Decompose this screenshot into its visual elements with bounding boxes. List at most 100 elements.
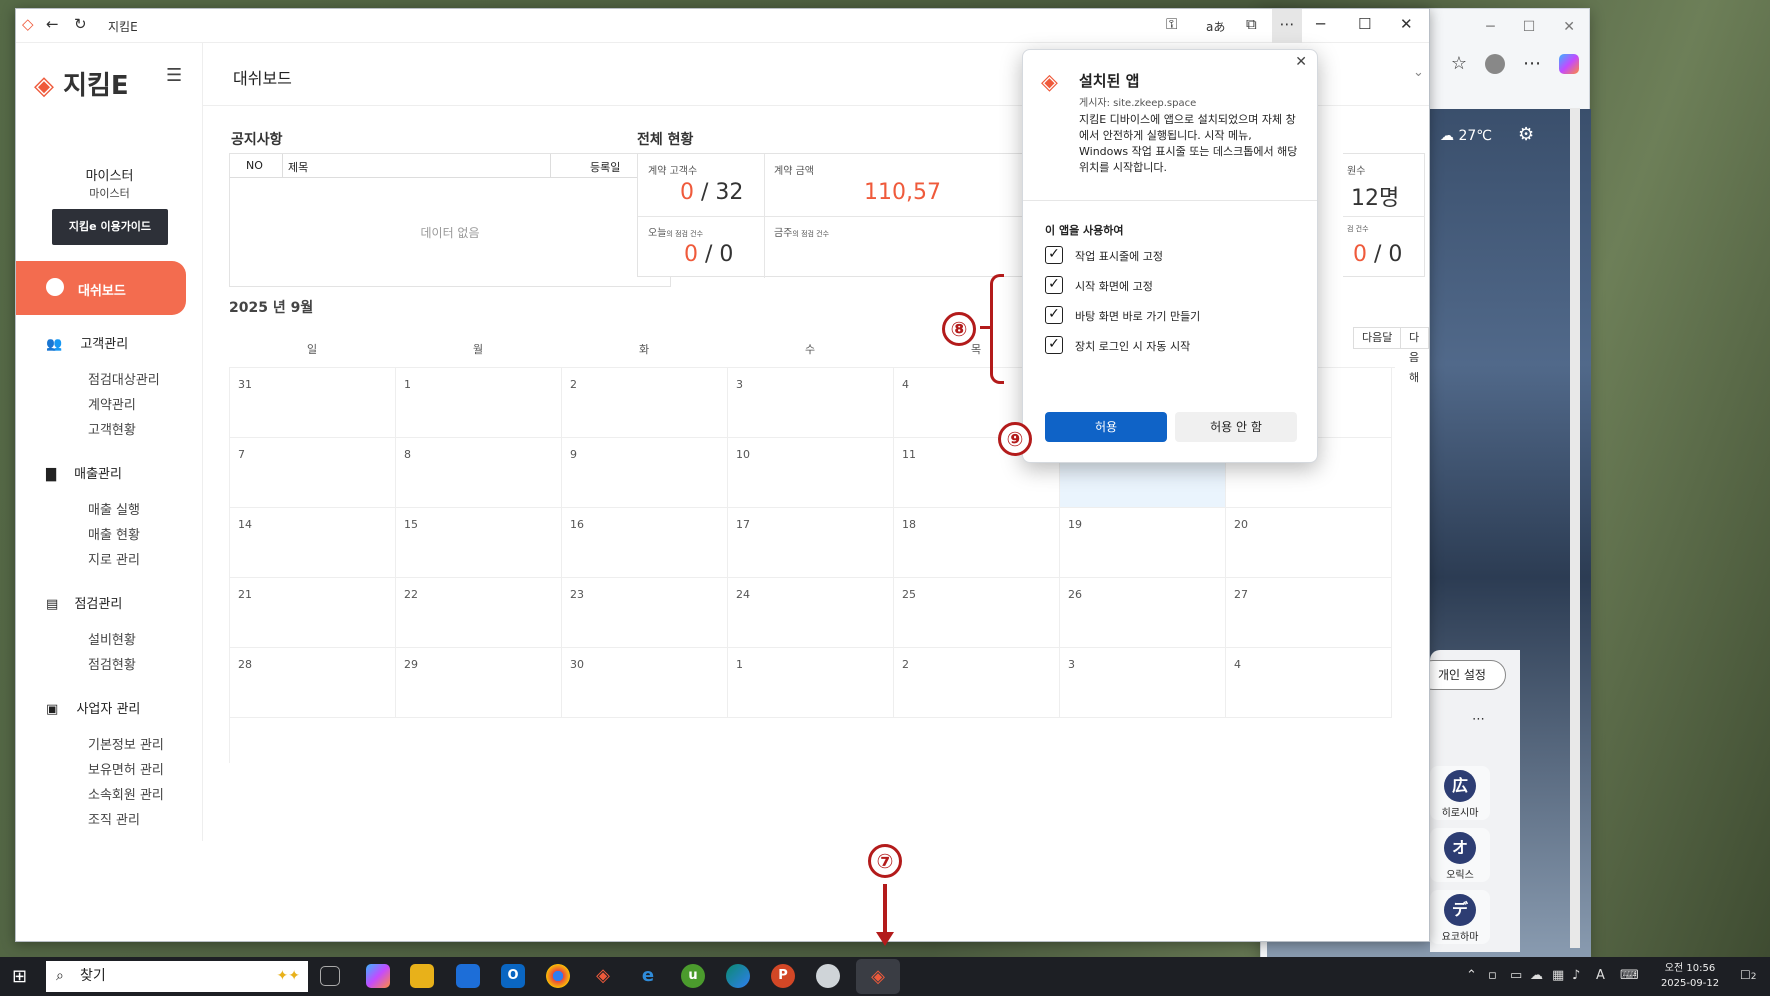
store-icon[interactable] — [456, 964, 480, 988]
calendar-day-cell[interactable]: 23 — [562, 578, 728, 648]
calendar-day-cell[interactable]: 14 — [230, 508, 396, 578]
sidebar-item-sales[interactable]: ▇ 매출관리 — [46, 463, 122, 482]
next-year-button[interactable]: 다음해 — [1400, 327, 1429, 384]
task-view-icon[interactable] — [320, 966, 340, 986]
sidebar-item-dashboard[interactable]: 대쉬보드 — [16, 261, 186, 315]
calendar-day-cell[interactable]: 24 — [728, 578, 894, 648]
guide-button[interactable]: 지킴e 이용가이드 — [52, 209, 168, 245]
submenu-item[interactable]: 소속회원 관리 — [88, 784, 164, 803]
submenu-item[interactable]: 기본정보 관리 — [88, 734, 164, 753]
calendar-day-cell[interactable]: 15 — [396, 508, 562, 578]
submenu-item[interactable]: 점검현황 — [88, 654, 136, 673]
submenu-item[interactable]: 보유면허 관리 — [88, 759, 164, 778]
maximize-icon[interactable]: ☐ — [1523, 19, 1536, 35]
zikime-app-icon[interactable]: ◈ — [591, 964, 615, 988]
notification-badge[interactable]: ☐2 — [1740, 968, 1757, 982]
calendar-day-cell[interactable]: 20 — [1226, 508, 1392, 578]
close-icon[interactable]: ✕ — [1400, 15, 1413, 33]
powerpoint-icon[interactable]: P — [771, 964, 795, 988]
calendar-day-cell[interactable]: 27 — [1226, 578, 1392, 648]
minimize-icon[interactable]: ─ — [1486, 19, 1494, 35]
submenu-item[interactable]: 계약관리 — [88, 394, 136, 413]
calendar-day-cell[interactable]: 4 — [1226, 648, 1392, 718]
calendar-day-cell[interactable]: 16 — [562, 508, 728, 578]
personal-settings-button[interactable]: 개인 설정 — [1418, 660, 1506, 690]
zikime-pwa-icon[interactable]: ◈ — [856, 959, 900, 994]
ime-indicator[interactable]: A — [1596, 968, 1605, 983]
calendar-day-cell[interactable]: 26 — [1060, 578, 1226, 648]
tray-chevron-icon[interactable]: ⌃ — [1466, 968, 1477, 983]
translate-icon[interactable]: aあ — [1206, 18, 1225, 35]
calendar-day-cell[interactable]: 21 — [230, 578, 396, 648]
submenu-item[interactable]: 점검대상관리 — [88, 369, 160, 388]
tray-network-icon[interactable]: ▦ — [1552, 968, 1564, 983]
refresh-icon[interactable]: ↻ — [74, 15, 87, 33]
auto-start-checkbox[interactable]: ✓ — [1045, 336, 1063, 354]
tray-battery-icon[interactable]: ▭ — [1510, 968, 1522, 983]
calendar-day-cell[interactable]: 3 — [1060, 648, 1226, 718]
more-options-icon[interactable]: ⋯ — [1272, 9, 1302, 43]
copilot-icon[interactable] — [1559, 53, 1579, 74]
windows-start-icon[interactable]: ⊞ — [12, 966, 27, 987]
submenu-item[interactable]: 설비현황 — [88, 629, 136, 648]
outlook-icon[interactable]: O — [501, 964, 525, 988]
tray-volume-icon[interactable]: ♪ — [1572, 968, 1580, 983]
deny-button[interactable]: 허용 안 함 — [1175, 412, 1297, 442]
calendar-day-cell[interactable]: 22 — [396, 578, 562, 648]
clock[interactable]: 오전 10:56 2025-09-12 — [1650, 961, 1730, 991]
calendar-day-cell[interactable]: 7 — [230, 438, 396, 508]
open-in-browser-icon[interactable]: ⧉ — [1246, 15, 1257, 33]
calendar-day-cell[interactable]: 9 — [562, 438, 728, 508]
more-icon[interactable]: ⋯ — [1523, 53, 1541, 74]
brand-logo[interactable]: ◈ 지킴E — [34, 65, 129, 102]
submenu-item[interactable]: 지로 관리 — [88, 549, 140, 568]
profile-icon[interactable] — [1485, 53, 1505, 74]
copilot-icon[interactable] — [366, 964, 390, 988]
pin-taskbar-checkbox[interactable]: ✓ — [1045, 246, 1063, 264]
sidebar-item-customers[interactable]: 👥 고객관리 — [46, 333, 128, 352]
calendar-day-cell[interactable]: 2 — [894, 648, 1060, 718]
chrome-icon[interactable] — [546, 964, 570, 988]
allow-button[interactable]: 허용 — [1045, 412, 1167, 442]
submenu-item[interactable]: 고객현황 — [88, 419, 136, 438]
calendar-day-cell[interactable]: 2 — [562, 368, 728, 438]
calendar-day-cell[interactable]: 3 — [728, 368, 894, 438]
calendar-day-cell[interactable]: 17 — [728, 508, 894, 578]
tray-cloud-icon[interactable]: ☁ — [1530, 968, 1543, 983]
utorrent-icon[interactable]: u — [681, 964, 705, 988]
calendar-day-cell[interactable]: 19 — [1060, 508, 1226, 578]
chevron-down-icon[interactable]: ⌄ — [1413, 65, 1424, 80]
desktop-shortcut-checkbox[interactable]: ✓ — [1045, 306, 1063, 324]
calendar-day-cell[interactable]: 1 — [396, 368, 562, 438]
close-icon[interactable]: ✕ — [1563, 19, 1575, 35]
weather-widget[interactable]: ☁ 27℃ — [1440, 128, 1492, 144]
pin-start-checkbox[interactable]: ✓ — [1045, 276, 1063, 294]
submenu-item[interactable]: 매출 실행 — [88, 499, 140, 518]
calendar-day-cell[interactable]: 28 — [230, 648, 396, 718]
keyboard-icon[interactable]: ⌨ — [1620, 968, 1639, 983]
calendar-day-cell[interactable]: 30 — [562, 648, 728, 718]
key-icon[interactable]: ⚿ — [1166, 15, 1177, 33]
city-item[interactable]: デ 요코하마 — [1430, 890, 1490, 944]
internet-explorer-icon[interactable]: e — [636, 964, 660, 988]
close-icon[interactable]: ✕ — [1295, 54, 1307, 70]
submenu-item[interactable]: 매출 현황 — [88, 524, 140, 543]
file-explorer-icon[interactable] — [410, 964, 434, 988]
calendar-day-cell[interactable]: 18 — [894, 508, 1060, 578]
maximize-icon[interactable]: ☐ — [1358, 15, 1371, 33]
city-item[interactable]: オ 오릭스 — [1430, 828, 1490, 882]
edge-icon[interactable] — [726, 964, 750, 988]
tray-app-icon[interactable]: ▫ — [1488, 968, 1497, 983]
back-arrow-icon[interactable]: ← — [46, 15, 59, 33]
app-icon[interactable] — [816, 964, 840, 988]
background-scrollbar[interactable] — [1570, 108, 1580, 948]
calendar-day-cell[interactable]: 10 — [728, 438, 894, 508]
settings-gear-icon[interactable]: ⚙ — [1518, 124, 1534, 145]
city-item[interactable]: 広 히로시마 — [1430, 766, 1490, 820]
more-options-icon[interactable]: ⋯ — [1472, 712, 1485, 727]
submenu-item[interactable]: 조직 관리 — [88, 809, 140, 828]
calendar-day-cell[interactable]: 25 — [894, 578, 1060, 648]
collapse-menu-icon[interactable]: ☰ — [166, 65, 182, 86]
sidebar-item-business[interactable]: ▣ 사업자 관리 — [46, 698, 140, 717]
sidebar-item-inspection[interactable]: ▤ 점검관리 — [46, 593, 122, 612]
